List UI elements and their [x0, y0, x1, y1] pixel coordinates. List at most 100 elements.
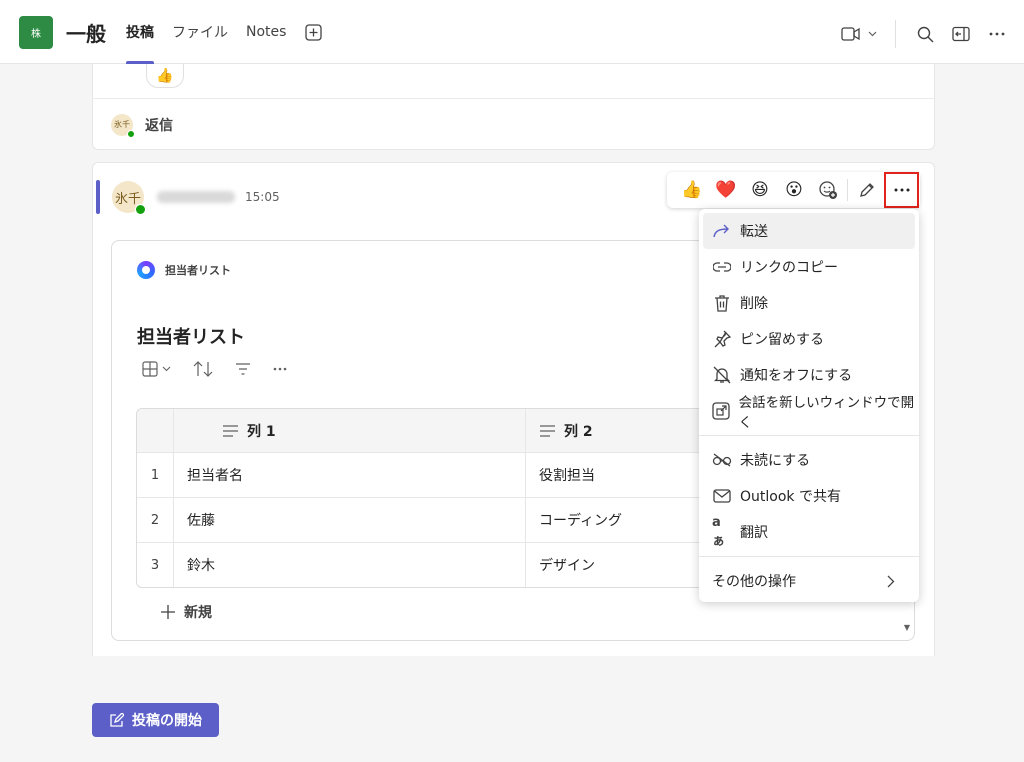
row-number: 2	[137, 498, 174, 542]
menu-item-share-outlook[interactable]: Outlook で共有	[703, 478, 915, 514]
sort-icon[interactable]	[193, 361, 213, 377]
menu-item-label: Outlook で共有	[740, 489, 841, 505]
team-avatar[interactable]: 株	[19, 16, 53, 49]
loop-title: 担当者リスト	[137, 327, 245, 348]
start-post-label: 投稿の開始	[132, 713, 202, 729]
loop-header: 担当者リスト	[137, 261, 231, 279]
reaction-heart-button[interactable]: ❤️	[709, 176, 743, 204]
message-reaction-bar: 👍 ❤️ 😆 😮	[667, 172, 920, 208]
filter-icon[interactable]	[235, 363, 251, 375]
menu-item-label: ピン留めする	[740, 332, 824, 348]
plus-icon	[161, 605, 175, 619]
video-icon[interactable]	[841, 23, 861, 45]
forward-icon	[712, 221, 732, 241]
menu-item-label: 翻訳	[740, 525, 768, 541]
loop-table: 列 1 列 2 1 担当者名 役割担当 2 佐藤 コーディング 3 鈴木 デザイ…	[136, 408, 776, 588]
avatar: 氷千	[111, 113, 135, 138]
more-options-button[interactable]	[884, 172, 919, 208]
table-cell[interactable]: 鈴木	[174, 543, 526, 587]
more-icon[interactable]	[273, 367, 287, 371]
menu-item-copy-link[interactable]: リンクのコピー	[703, 249, 915, 285]
menu-item-label: 削除	[740, 296, 768, 312]
chevron-down-icon[interactable]	[867, 23, 877, 45]
unread-icon	[712, 450, 732, 470]
row-number: 3	[137, 543, 174, 587]
menu-item-label: 通知をオフにする	[740, 368, 853, 384]
loop-toolbar	[142, 361, 287, 377]
add-new-row-button[interactable]: 新規	[160, 602, 212, 622]
text-column-icon	[223, 424, 238, 437]
column-header-label: 列 2	[564, 423, 593, 440]
compose-icon	[110, 712, 124, 727]
link-icon	[712, 257, 732, 277]
row-number-header	[137, 409, 174, 452]
table-view-button[interactable]	[142, 361, 171, 377]
menu-item-pin[interactable]: ピン留めする	[703, 321, 915, 357]
popout-icon	[712, 401, 731, 421]
edit-icon[interactable]	[850, 176, 884, 204]
more-icon[interactable]	[986, 23, 1008, 45]
header-divider	[895, 20, 896, 48]
author-name-redacted	[157, 191, 235, 203]
previous-message: 👍 氷千 返信	[92, 64, 935, 150]
chevron-right-icon	[881, 571, 901, 591]
loop-logo-icon	[137, 261, 155, 279]
message-options-menu: 転送 リンクのコピー 削除 ピン留めする 通知をオフにする 会話を新しいウィンド…	[699, 209, 919, 602]
text-column-icon	[540, 424, 555, 437]
header-actions	[841, 20, 1008, 48]
menu-item-label: リンクのコピー	[740, 260, 838, 276]
menu-divider	[699, 435, 919, 436]
menu-item-mark-unread[interactable]: 未読にする	[703, 442, 915, 478]
add-reaction-icon[interactable]	[811, 176, 845, 204]
menu-item-label: 転送	[740, 224, 768, 240]
own-message-accent	[96, 180, 100, 214]
more-icon	[894, 188, 909, 192]
reaction-bar-divider	[847, 179, 848, 201]
reaction-like-pill[interactable]: 👍	[146, 64, 184, 88]
menu-divider	[699, 556, 919, 557]
reply-row[interactable]: 氷千 返信	[93, 98, 934, 150]
menu-item-label: その他の操作	[712, 574, 796, 590]
table-cell[interactable]: 佐藤	[174, 498, 526, 542]
start-post-button[interactable]: 投稿の開始	[92, 703, 219, 737]
reaction-surprised-button[interactable]: 😮	[777, 176, 811, 204]
menu-item-mute[interactable]: 通知をオフにする	[703, 357, 915, 393]
menu-item-popout[interactable]: 会話を新しいウィンドウで開く	[703, 393, 915, 431]
trash-icon	[712, 293, 732, 313]
loop-app-name[interactable]: 担当者リスト	[165, 262, 231, 278]
table-row: 1 担当者名 役割担当	[137, 452, 776, 497]
reply-label[interactable]: 返信	[145, 115, 173, 135]
column-header-label: 列 1	[247, 423, 276, 440]
column-header[interactable]: 列 1	[174, 409, 526, 452]
translate-icon: aぁ	[712, 515, 726, 549]
channel-name: 一般	[66, 22, 106, 46]
menu-item-label: 未読にする	[740, 453, 811, 469]
menu-item-label: 会話を新しいウィンドウで開く	[738, 395, 915, 431]
row-number: 1	[137, 453, 174, 497]
reaction-like-button[interactable]: 👍	[675, 176, 709, 204]
mail-icon	[712, 486, 732, 506]
menu-item-more-actions[interactable]: その他の操作	[703, 563, 915, 599]
channel-tabs: 投稿 ファイル Notes	[126, 0, 322, 64]
tab-files[interactable]: ファイル	[172, 0, 228, 64]
avatar-initials: 氷千	[114, 120, 130, 129]
reaction-laugh-button[interactable]: 😆	[743, 176, 777, 204]
menu-item-forward[interactable]: 転送	[703, 213, 915, 249]
presence-available-icon	[135, 204, 146, 215]
search-icon[interactable]	[914, 23, 936, 45]
menu-item-delete[interactable]: 削除	[703, 285, 915, 321]
scroll-down-icon[interactable]: ▼	[904, 623, 910, 632]
bell-off-icon	[712, 365, 732, 385]
avatar[interactable]: 氷千	[112, 181, 146, 215]
add-new-row-label: 新規	[184, 605, 212, 621]
table-row: 3 鈴木 デザイン	[137, 542, 776, 587]
chevron-down-icon	[162, 366, 171, 372]
add-tab-icon[interactable]	[304, 23, 322, 41]
tab-notes[interactable]: Notes	[246, 0, 286, 64]
tab-posts[interactable]: 投稿	[126, 0, 154, 64]
table-cell[interactable]: 担当者名	[174, 453, 526, 497]
table-row: 2 佐藤 コーディング	[137, 497, 776, 542]
message-time: 15:05	[245, 190, 280, 204]
menu-item-translate[interactable]: aぁ 翻訳	[703, 514, 915, 550]
side-panel-icon[interactable]	[950, 23, 972, 45]
